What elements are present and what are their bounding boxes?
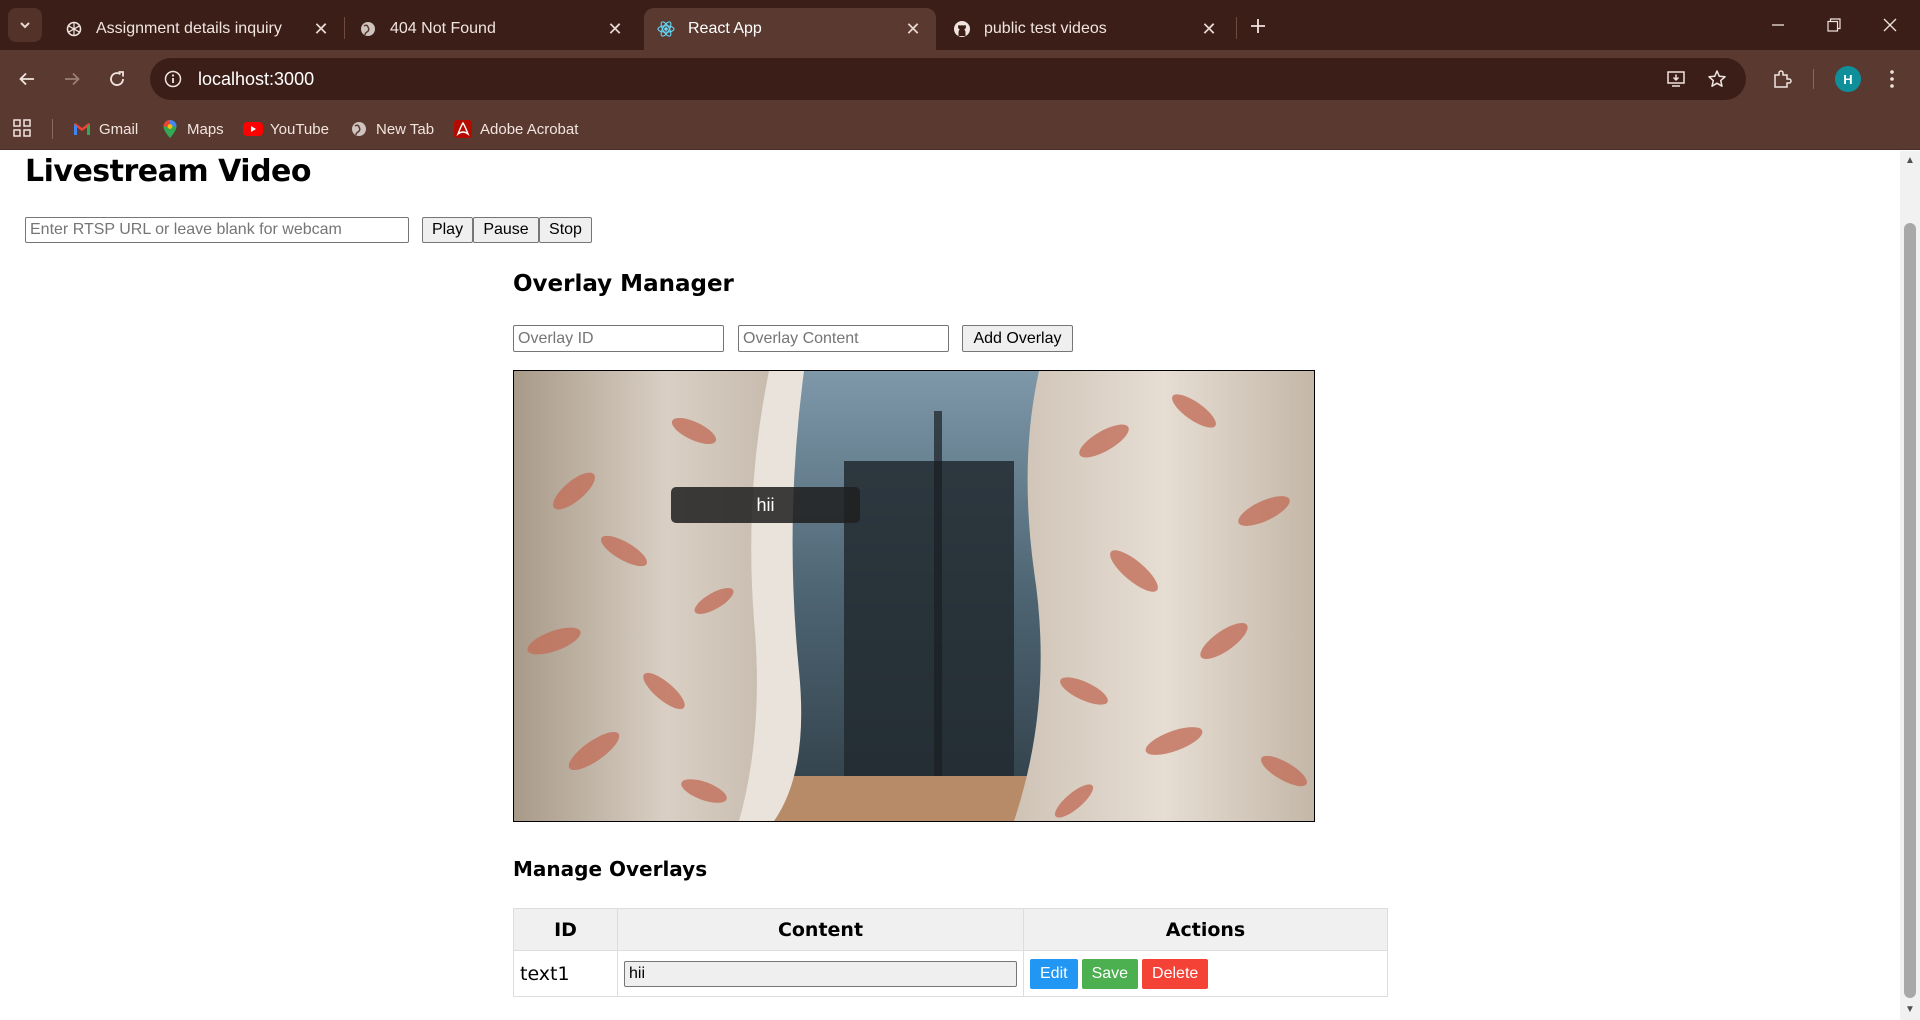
- toolbar-divider: [1813, 69, 1814, 89]
- star-icon[interactable]: [1700, 62, 1734, 96]
- close-icon[interactable]: ✕: [1198, 18, 1220, 40]
- column-header-actions: Actions: [1023, 908, 1388, 951]
- bookmark-label: Gmail: [99, 120, 139, 138]
- add-overlay-button[interactable]: Add Overlay: [962, 325, 1073, 352]
- apps-grid-icon[interactable]: [12, 118, 34, 140]
- plus-icon: [1251, 19, 1265, 33]
- reload-icon: [110, 71, 124, 86]
- pause-button[interactable]: Pause: [473, 217, 539, 243]
- browser-toolbar: localhost:3000 H: [0, 50, 1920, 108]
- table-header-row: ID Content Actions: [513, 908, 1388, 951]
- bookmark-gmail[interactable]: Gmail: [72, 116, 138, 142]
- bookmark-label: Maps: [187, 120, 224, 138]
- overlays-table: ID Content Actions text1 EditSaveDelete: [513, 908, 1388, 997]
- column-header-id: ID: [513, 908, 618, 951]
- play-button[interactable]: Play: [422, 217, 473, 243]
- tab-title: public test videos: [984, 20, 1107, 37]
- bookmark-new-tab[interactable]: New Tab: [349, 116, 434, 142]
- webcam-frame-image: [514, 371, 1314, 821]
- rtsp-url-input[interactable]: [25, 217, 409, 243]
- close-icon[interactable]: ✕: [902, 18, 924, 40]
- delete-button[interactable]: Delete: [1142, 958, 1209, 989]
- github-icon: [952, 19, 972, 39]
- table-row: text1 EditSaveDelete: [513, 950, 1388, 997]
- forward-button[interactable]: [55, 62, 89, 96]
- bookmark-label: YouTube: [270, 120, 329, 138]
- close-icon[interactable]: ✕: [604, 18, 626, 40]
- new-tab-button[interactable]: [1244, 12, 1272, 40]
- profile-avatar[interactable]: H: [1835, 66, 1861, 92]
- tab-strip: Assignment details inquiry ✕ 404 Not Fou…: [0, 0, 1920, 50]
- gmail-icon: [72, 119, 92, 139]
- address-bar[interactable]: localhost:3000: [150, 58, 1746, 100]
- tab-divider: [1236, 17, 1237, 39]
- column-header-content: Content: [617, 908, 1024, 951]
- overlay-content-cell: [617, 950, 1024, 997]
- menu-kebab-icon[interactable]: [1875, 62, 1909, 96]
- scroll-down-arrow-icon[interactable]: ▼: [1904, 1004, 1916, 1016]
- bookmark-maps[interactable]: Maps: [160, 116, 224, 142]
- tab-github[interactable]: public test videos ✕: [940, 8, 1232, 50]
- scroll-up-arrow-icon[interactable]: ▲: [1904, 155, 1916, 167]
- chatgpt-icon: [64, 19, 84, 39]
- tab-404[interactable]: 404 Not Found ✕: [346, 8, 638, 50]
- overlay-manager-title: Overlay Manager: [513, 271, 734, 297]
- close-icon: [1883, 18, 1897, 32]
- save-button[interactable]: Save: [1081, 958, 1139, 989]
- bookmark-label: Adobe Acrobat: [480, 120, 579, 138]
- page-scrollbar[interactable]: ▲ ▼: [1900, 151, 1920, 1020]
- tab-divider: [344, 17, 345, 39]
- minimize-icon: [1772, 24, 1784, 26]
- restore-icon: [1827, 18, 1841, 32]
- restore-button[interactable]: [1806, 0, 1862, 50]
- react-icon: [656, 19, 676, 39]
- tab-assignment[interactable]: Assignment details inquiry ✕: [52, 8, 344, 50]
- window-close-button[interactable]: [1862, 0, 1918, 50]
- chevron-down-icon: [20, 22, 30, 29]
- tab-react-app[interactable]: React App ✕: [644, 8, 936, 50]
- video-overlay-text[interactable]: hii: [671, 487, 860, 523]
- overlay-actions-cell: Edit Save Delete: [1023, 950, 1388, 997]
- tab-title: React App: [688, 20, 762, 37]
- reload-button[interactable]: [100, 62, 134, 96]
- tab-title: 404 Not Found: [390, 20, 496, 37]
- acrobat-icon: [453, 119, 473, 139]
- arrow-right-icon: [65, 72, 80, 86]
- bookmarks-divider: [52, 119, 53, 139]
- globe-icon: [358, 19, 378, 39]
- manage-overlays-title: Manage Overlays: [513, 857, 708, 881]
- page-title: Livestream Video: [25, 154, 312, 189]
- edit-button[interactable]: Edit: [1030, 958, 1078, 989]
- close-icon[interactable]: ✕: [310, 18, 332, 40]
- globe-icon: [349, 119, 369, 139]
- overlay-content-edit-input[interactable]: [624, 960, 1017, 987]
- scrollbar-thumb[interactable]: [1904, 223, 1916, 998]
- stop-button[interactable]: Stop: [539, 217, 592, 243]
- page-viewport: Livestream Video Play Pause Stop Overlay…: [0, 151, 1900, 1020]
- extensions-icon[interactable]: [1765, 62, 1799, 96]
- minimize-button[interactable]: [1750, 0, 1806, 50]
- tab-search-button[interactable]: [8, 8, 42, 42]
- bookmarks-bar: Gmail Maps YouTube New Tab Adobe Acrobat: [0, 108, 1920, 150]
- overlay-id-input[interactable]: [513, 325, 724, 352]
- arrow-left-icon: [19, 72, 34, 86]
- overlay-id-cell: text1: [513, 950, 618, 997]
- youtube-icon: [243, 119, 263, 139]
- video-player[interactable]: hii: [513, 370, 1315, 822]
- maps-icon: [160, 119, 180, 139]
- bookmark-label: New Tab: [376, 120, 435, 138]
- tab-title: Assignment details inquiry: [96, 20, 282, 37]
- bookmark-youtube[interactable]: YouTube: [243, 116, 329, 142]
- back-button[interactable]: [10, 62, 44, 96]
- url-text: localhost:3000: [198, 68, 315, 89]
- site-info-icon[interactable]: [152, 58, 194, 100]
- overlay-content-input[interactable]: [738, 325, 949, 352]
- install-app-icon[interactable]: [1659, 62, 1693, 96]
- bookmark-adobe-acrobat[interactable]: Adobe Acrobat: [453, 116, 578, 142]
